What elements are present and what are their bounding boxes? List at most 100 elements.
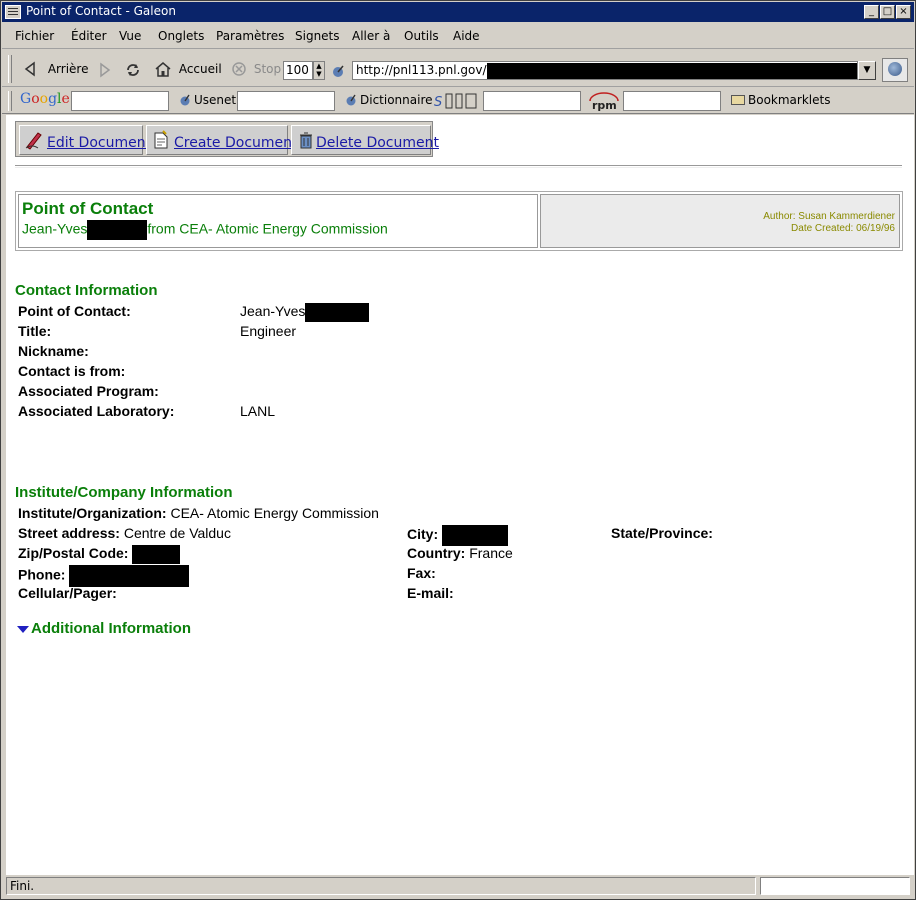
bookmarklets-menu[interactable]: Bookmarklets (748, 93, 830, 107)
additional-info-toggle[interactable]: Additional Information (17, 620, 191, 637)
contact-section-title: Contact Information (15, 282, 158, 299)
menu-onglets[interactable]: Onglets (158, 29, 204, 43)
edit-document-label: Edit Document (47, 135, 152, 151)
menu-parametres[interactable]: Paramètres (216, 29, 284, 43)
contact-subtitle: Jean-Yves from CEA- Atomic Energy Commiss… (22, 220, 388, 240)
zoom-spinner[interactable]: ▲ ▼ (313, 61, 325, 80)
program-label: Associated Program: (18, 383, 159, 399)
email-row: E-mail: (407, 585, 454, 601)
edit-document-button[interactable]: Edit Document (19, 125, 151, 155)
street-row: Street address: Centre de Valduc (18, 525, 231, 541)
title-bar: Point of Contact - Galeon _ □ × (2, 2, 914, 22)
back-label: Arrière (47, 61, 89, 76)
url-go-icon[interactable] (331, 64, 345, 78)
status-bar: Fini. (2, 875, 914, 897)
back-button[interactable]: Arrière (22, 61, 88, 77)
close-button[interactable]: × (896, 5, 911, 19)
poc-label: Point of Contact: (18, 303, 131, 319)
city-row: City: (407, 525, 509, 546)
svg-text:S: S (434, 95, 442, 110)
search-toolbar: Google Usenet Dictionnaire S rpm Bookmar… (2, 88, 914, 114)
institute-section-title: Institute/Company Information (15, 484, 233, 501)
delete-document-label: Delete Document (316, 135, 439, 151)
state-row: State/Province: (611, 525, 713, 541)
dictionary-icon (346, 94, 356, 106)
city-redaction (442, 525, 509, 546)
horizontal-divider (15, 165, 902, 168)
laboratory-label: Associated Laboratory: (18, 403, 175, 419)
title-label: Title: (18, 323, 52, 339)
google-search-input[interactable] (71, 91, 169, 111)
usenet-search-input[interactable] (237, 91, 335, 111)
home-label: Accueil (178, 61, 222, 76)
menu-bar: Fichier Éditer Vue Onglets Paramètres Si… (2, 23, 914, 49)
laboratory-value: LANL (240, 403, 276, 419)
home-icon (155, 62, 171, 77)
stop-icon (232, 62, 246, 76)
stop-label: Stop (253, 61, 282, 76)
create-document-button[interactable]: Create Document (146, 125, 298, 155)
country-row: Country: France (407, 545, 513, 561)
url-text: http://pnl113.pnl.gov/ (356, 63, 487, 77)
rpm-search-input[interactable] (623, 91, 721, 111)
progress-area (760, 877, 910, 895)
create-document-label: Create Document (174, 135, 298, 151)
imdb-logo-icon: S (434, 93, 477, 110)
organization-row: Institute/Organization: CEA- Atomic Ener… (18, 505, 379, 521)
poc-value: Jean-Yves (240, 303, 370, 322)
contact-from-label: Contact is from: (18, 363, 126, 379)
forward-arrow-icon[interactable] (97, 62, 113, 78)
browser-window: Point of Contact - Galeon _ □ × Fichier … (0, 0, 916, 900)
contact-from-text: from CEA- Atomic Energy Commission (147, 220, 388, 237)
menu-vue[interactable]: Vue (119, 29, 141, 43)
trash-icon (300, 132, 312, 149)
window-title: Point of Contact - Galeon (26, 4, 176, 18)
url-redaction (486, 63, 857, 79)
cellular-row: Cellular/Pager: (18, 585, 117, 601)
poc-redaction (305, 303, 370, 322)
minimize-button[interactable]: _ (864, 5, 879, 19)
menu-signets[interactable]: Signets (295, 29, 340, 43)
google-logo-icon: Google (20, 91, 70, 107)
navigation-toolbar: Arrière Accueil Stop 100 ▲ ▼ http://pnl11… (2, 51, 914, 87)
page-title: Point of Contact (22, 199, 154, 218)
toolbar-handle[interactable] (8, 55, 12, 83)
dictionary-label: Dictionnaire (360, 93, 433, 107)
new-document-icon (154, 130, 168, 149)
menu-editer[interactable]: Éditer (71, 29, 107, 43)
url-input[interactable]: http://pnl113.pnl.gov/ (352, 61, 858, 80)
stop-button[interactable]: Stop (231, 61, 281, 77)
zoom-input[interactable]: 100 (283, 61, 313, 80)
maximize-button[interactable]: □ (880, 5, 895, 19)
phone-redaction (69, 565, 190, 587)
menu-aller[interactable]: Aller à (352, 29, 390, 43)
browser-throbber-icon[interactable] (882, 58, 908, 82)
page-content: Edit Document Create Document Delete Doc… (6, 115, 914, 875)
nickname-label: Nickname: (18, 343, 89, 359)
reload-icon[interactable] (125, 62, 141, 78)
rpm-logo-icon: rpm (589, 92, 619, 111)
search-toolbar-handle[interactable] (8, 91, 12, 111)
url-dropdown-button[interactable]: ▼ (858, 61, 876, 80)
home-button[interactable]: Accueil (154, 61, 222, 77)
folder-icon (731, 95, 745, 105)
svg-text:rpm: rpm (592, 99, 617, 111)
window-menu-icon[interactable] (5, 5, 21, 19)
document-actions: Edit Document Create Document Delete Doc… (15, 121, 439, 157)
imdb-search-input[interactable] (483, 91, 581, 111)
author-text: Author: Susan Kammerdiener (763, 211, 895, 222)
date-created-text: Date Created: 06/19/96 (791, 223, 895, 234)
phone-row: Phone: (18, 565, 190, 587)
menu-fichier[interactable]: Fichier (15, 29, 54, 43)
header-meta-cell: Author: Susan Kammerdiener Date Created:… (540, 194, 900, 248)
menu-aide[interactable]: Aide (453, 29, 480, 43)
menu-outils[interactable]: Outils (404, 29, 439, 43)
fax-row: Fax: (407, 565, 436, 581)
additional-section-title: Additional Information (31, 620, 191, 637)
delete-document-button[interactable]: Delete Document (291, 125, 439, 155)
back-arrow-icon (24, 61, 35, 77)
contact-first-name: Jean-Yves (22, 220, 88, 237)
document-header: Point of Contact Jean-Yves from CEA- Atom… (15, 191, 903, 251)
name-redaction (87, 220, 148, 240)
header-title-cell: Point of Contact Jean-Yves from CEA- Atom… (18, 194, 538, 248)
